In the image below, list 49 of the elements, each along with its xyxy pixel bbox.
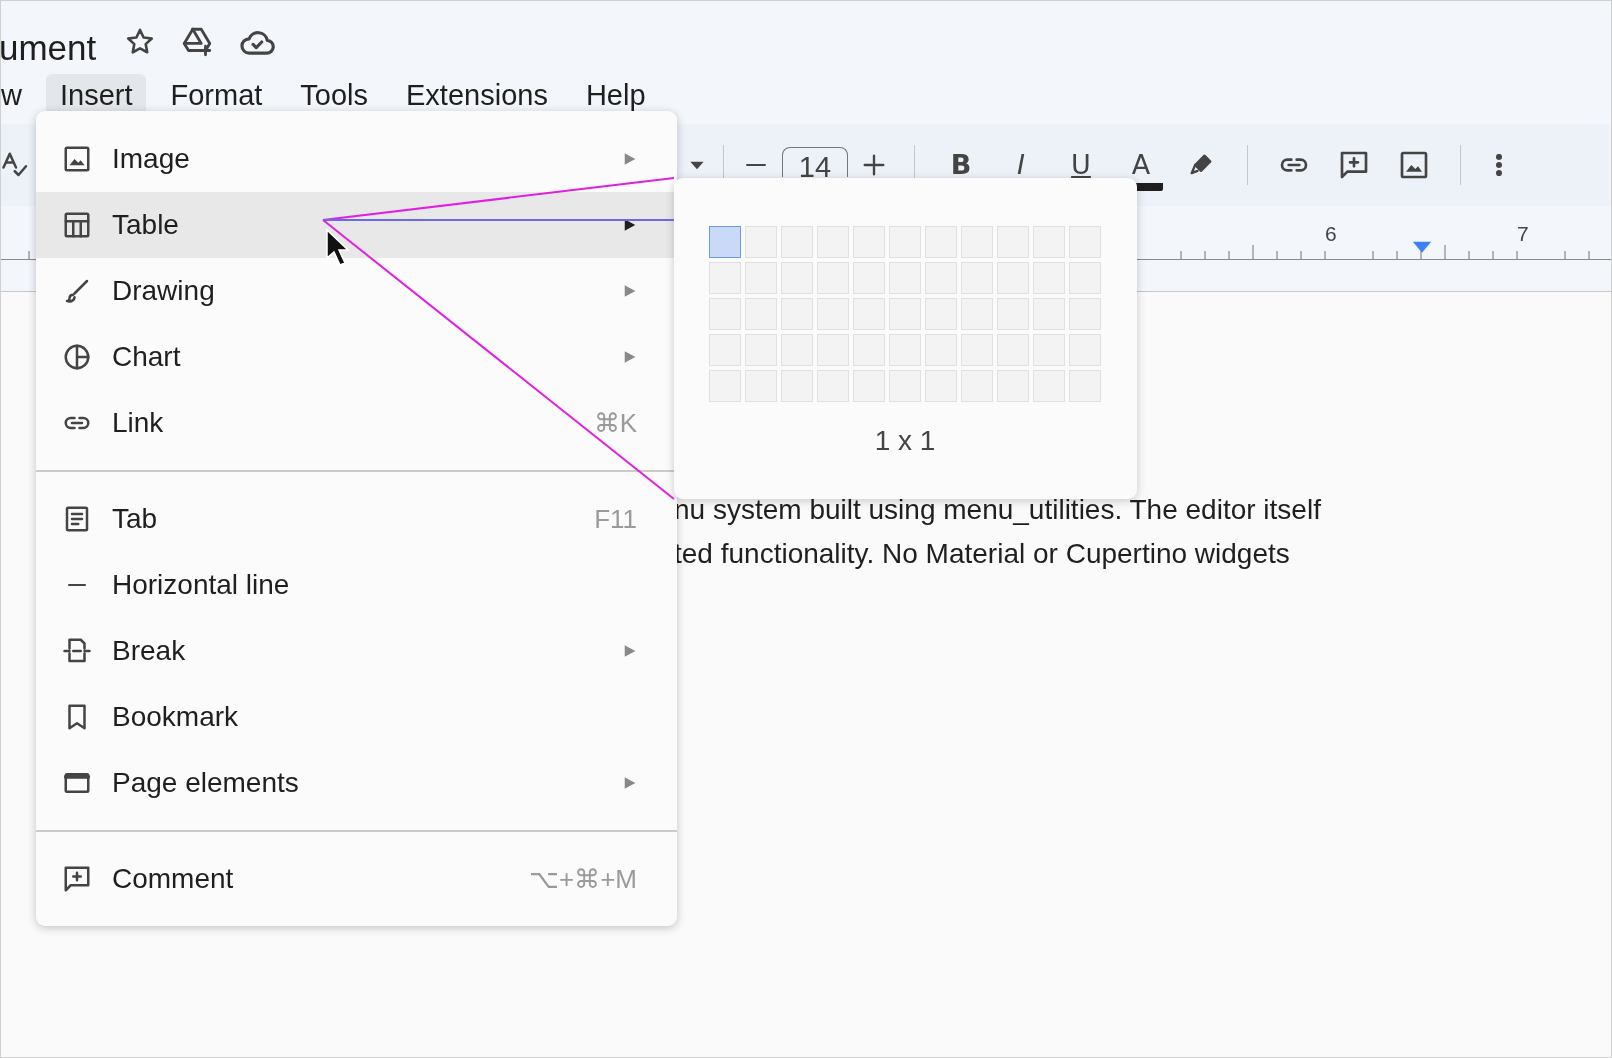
menu-item[interactable]: Horizontal line bbox=[36, 552, 677, 618]
menu-bar-item[interactable]: Extensions bbox=[392, 73, 562, 118]
menu-item-label: Drawing bbox=[112, 274, 215, 308]
menu-item-label: Chart bbox=[112, 340, 181, 374]
more-vertical-icon bbox=[1496, 154, 1502, 176]
menu-item-label: Bookmark bbox=[112, 700, 239, 734]
underline-button[interactable]: U bbox=[1059, 148, 1103, 182]
menu-item[interactable]: Tab F11 bbox=[36, 486, 677, 552]
menu-item-label: Comment bbox=[112, 862, 234, 896]
menu-bar-item[interactable]: Tools bbox=[286, 73, 383, 118]
pie-chart-icon bbox=[62, 342, 92, 372]
menu-bar-item[interactable]: w bbox=[1, 73, 36, 118]
menu-item[interactable]: Chart bbox=[36, 324, 677, 390]
shortcut-text: ⌘K bbox=[593, 406, 637, 440]
menu-item-label: Image bbox=[112, 142, 190, 176]
menu-bar-item[interactable]: Format bbox=[156, 73, 277, 118]
menu-bar-item[interactable]: Help bbox=[571, 73, 660, 118]
shortcut-text: ⌥+⌘+M bbox=[528, 862, 637, 896]
menu-item-label: Page elements bbox=[112, 766, 299, 800]
menu-item[interactable]: Bookmark bbox=[36, 684, 677, 750]
minus-icon bbox=[746, 164, 766, 166]
ruler-number: 6 bbox=[1325, 221, 1337, 247]
menu-item-label: Link bbox=[112, 406, 164, 440]
menu-item[interactable]: Table bbox=[36, 192, 677, 258]
menu-item[interactable]: Drawing bbox=[36, 258, 677, 324]
bold-button[interactable]: B bbox=[939, 148, 983, 182]
ruler-number: 7 bbox=[1517, 221, 1529, 247]
table-size-label: 1 x 1 bbox=[873, 424, 937, 458]
image-icon bbox=[62, 144, 92, 174]
menu-item[interactable]: Comment ⌥+⌘+M bbox=[36, 846, 677, 912]
menu-item[interactable]: Link ⌘K bbox=[36, 390, 677, 456]
font-size-field[interactable]: 14 bbox=[782, 147, 848, 177]
menu-item-label: Tab bbox=[112, 502, 158, 536]
comment-add-icon bbox=[62, 864, 92, 894]
menu-item-label: Horizontal line bbox=[112, 568, 290, 602]
italic-button[interactable]: I bbox=[999, 148, 1043, 182]
menu-item[interactable]: Page elements bbox=[36, 750, 677, 816]
document-title: ument bbox=[1, 30, 97, 65]
menu-item-label: Break bbox=[112, 634, 186, 668]
mouse-pointer-icon bbox=[326, 228, 350, 266]
shortcut-text: F11 bbox=[594, 502, 637, 536]
menu-item[interactable]: Break bbox=[36, 618, 677, 684]
menu-item-label: Table bbox=[112, 208, 179, 242]
comment-add-icon bbox=[1338, 149, 1370, 181]
horizontal-line-icon bbox=[65, 584, 89, 586]
table-icon bbox=[62, 210, 92, 240]
menu-item[interactable]: Image bbox=[36, 126, 677, 192]
image-icon bbox=[1398, 149, 1430, 181]
grid-cell[interactable] bbox=[709, 226, 741, 258]
